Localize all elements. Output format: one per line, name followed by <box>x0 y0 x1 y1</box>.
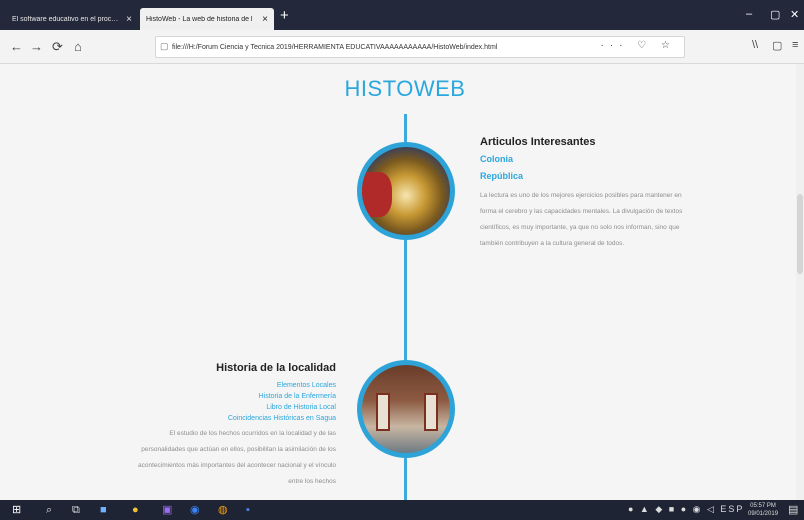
photos-icon[interactable]: ▣ <box>162 503 172 517</box>
windows-start-icon[interactable]: ⊞ <box>12 503 21 517</box>
section-heading: Historia de la localidad <box>216 362 336 374</box>
tab-histoweb[interactable]: HistoWeb - La web de historia de l × <box>140 8 274 30</box>
search-icon[interactable]: ⌕ <box>46 503 52 517</box>
web-page: HISTOWEB Articulos Interesantes Colonia … <box>0 64 804 500</box>
edge-icon[interactable]: ◉ <box>190 503 200 517</box>
tab-software-educativo[interactable]: El software educativo en el proceso × <box>6 8 138 30</box>
task-view-icon[interactable]: ⧉ <box>72 503 80 517</box>
link-libro-historia-local[interactable]: Libro de Historia Local <box>130 402 336 413</box>
link-coincidencias-sagua[interactable]: Coincidencias Históricas en Sagua <box>130 413 336 424</box>
system-tray[interactable]: ● ▲ ◆ ■ ● ◉ ◁ ESP <box>628 504 744 515</box>
link-elementos-locales[interactable]: Elementos Locales <box>130 380 336 391</box>
address-bar[interactable]: ▢ file:///H:/Forum Ciencia y Tecnica 201… <box>155 36 685 58</box>
firefox-icon[interactable]: ◍ <box>218 503 228 517</box>
coat-of-arms-image <box>357 142 455 240</box>
link-republica[interactable]: República <box>480 171 690 181</box>
museum-image <box>357 360 455 458</box>
close-icon[interactable]: × <box>262 14 268 25</box>
url-actions[interactable]: ··· ♡ ☆ <box>601 40 676 51</box>
home-button[interactable]: ⌂ <box>74 39 82 54</box>
flag-detail <box>362 172 392 217</box>
page-scrollbar[interactable] <box>796 64 804 500</box>
clock-time: 05:57 PM <box>750 503 776 509</box>
close-icon[interactable]: × <box>126 14 132 25</box>
menu-icon[interactable]: ≡ <box>792 39 798 51</box>
close-window-button[interactable]: ✕ <box>790 8 799 21</box>
navigation-toolbar: ← → ⟳ ⌂ ▢ file:///H:/Forum Ciencia y Tec… <box>0 30 804 64</box>
clock[interactable]: 05:57 PM 09/01/2019 <box>748 502 778 518</box>
store-icon[interactable]: ■ <box>100 503 107 517</box>
tab-label: HistoWeb - La web de historia de l <box>146 15 253 23</box>
link-historia-enfermeria[interactable]: Historia de la Enfermería <box>130 391 336 402</box>
site-title: HISTOWEB <box>344 76 466 101</box>
chrome-icon[interactable]: ● <box>132 503 139 517</box>
local-history-section: Historia de la localidad Elementos Local… <box>130 362 336 490</box>
section-paragraph: El estudio de los hechos ocurridos en la… <box>138 430 336 485</box>
tab-label: El software educativo en el proceso <box>12 15 121 23</box>
taskbar: ⊞ ⌕ ⧉ ■ ● ▣ ◉ ◍ ▪ ● ▲ ◆ ■ ● ◉ ◁ ESP 05:5… <box>0 500 804 520</box>
word-icon[interactable]: ▪ <box>246 503 250 517</box>
url-text: file:///H:/Forum Ciencia y Tecnica 2019/… <box>172 43 498 51</box>
sidebar-icon[interactable]: ▢ <box>772 39 782 52</box>
new-tab-button[interactable]: + <box>280 7 289 24</box>
section-heading: Articulos Interesantes <box>480 136 596 148</box>
library-icon[interactable]: \\ <box>752 39 758 51</box>
notification-icon[interactable]: ▤ <box>788 503 798 517</box>
forward-button[interactable]: → <box>30 39 43 54</box>
reload-button[interactable]: ⟳ <box>52 39 63 55</box>
clock-date: 09/01/2019 <box>748 511 779 517</box>
section-paragraph: La lectura es uno de los mejores ejercic… <box>480 192 683 247</box>
link-colonia[interactable]: Colonia <box>480 154 690 164</box>
back-button[interactable]: ← <box>10 39 23 54</box>
scrollbar-thumb[interactable] <box>797 194 803 274</box>
browser-tab-bar: El software educativo en el proceso × Hi… <box>0 0 804 30</box>
articles-section: Articulos Interesantes Colonia República… <box>480 136 690 252</box>
exhibit-panel <box>376 393 390 431</box>
exhibit-panel <box>424 393 438 431</box>
page-icon: ▢ <box>160 41 169 51</box>
maximize-button[interactable]: ▢ <box>770 8 780 21</box>
minimize-button[interactable]: – <box>746 8 752 20</box>
